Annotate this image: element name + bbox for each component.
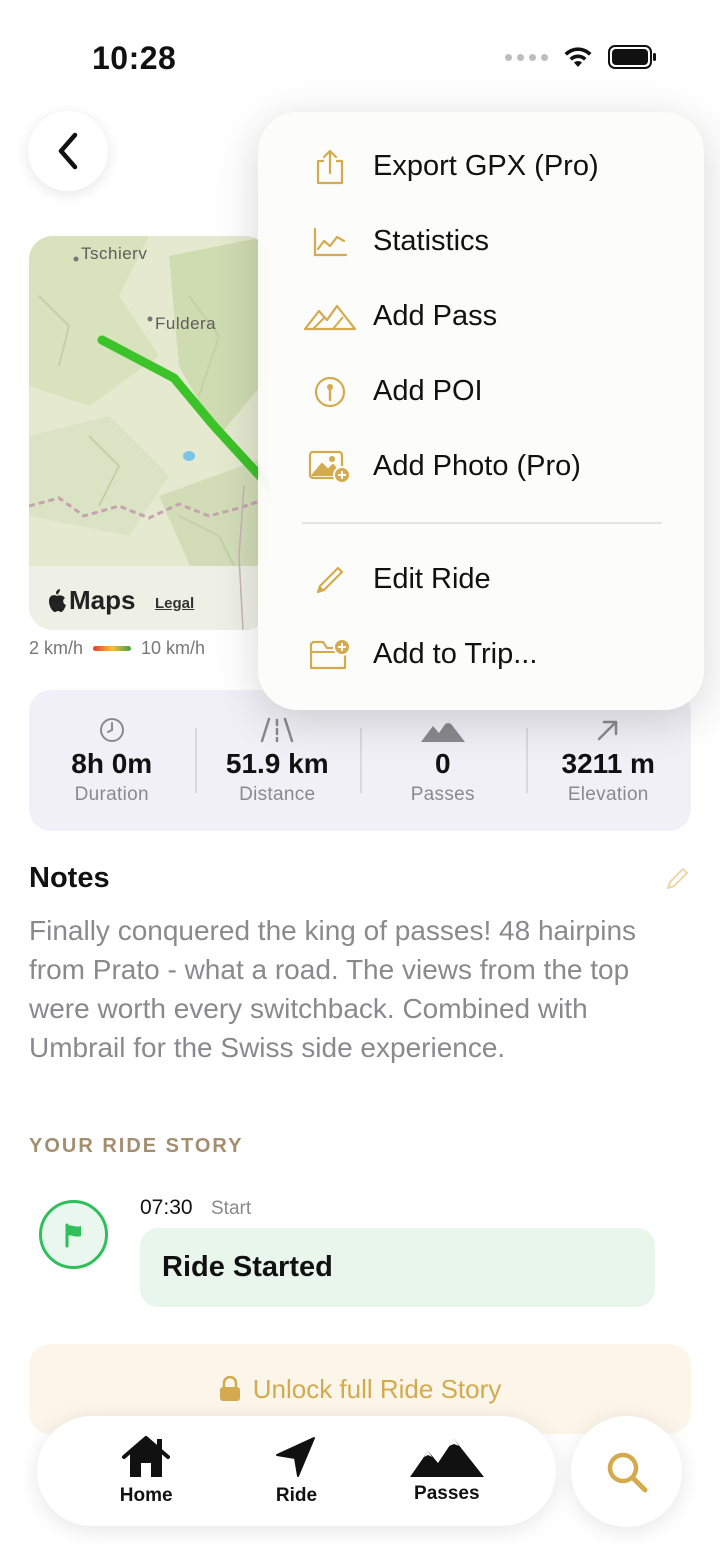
stat-value: 8h 0m <box>71 747 153 779</box>
speed-legend: 2 km/h 10 km/h <box>29 638 205 659</box>
menu-item-label: Export GPX (Pro) <box>373 150 599 182</box>
stat-distance: 51.9 km Distance <box>194 690 361 831</box>
tab-label: Home <box>119 1485 173 1506</box>
status-time: 10:28 <box>92 40 177 76</box>
speed-max-label: 10 km/h <box>141 638 206 658</box>
navigation-arrow-icon <box>276 1437 316 1477</box>
menu-item-label: Edit Ride <box>373 563 491 595</box>
mountains-icon <box>302 303 358 331</box>
chevron-left-icon <box>58 132 78 170</box>
menu-divider <box>302 522 662 524</box>
search-icon <box>607 1452 647 1492</box>
wifi-icon <box>564 47 592 67</box>
photo-add-icon <box>302 450 358 484</box>
menu-item-label: Add to Trip... <box>373 638 538 670</box>
cellular-signal-icon <box>505 53 548 61</box>
story-event-time: 07:30 <box>140 1196 193 1219</box>
lock-icon <box>219 1376 240 1401</box>
menu-item-label: Statistics <box>373 225 490 257</box>
menu-add-pass[interactable]: Add Pass <box>258 279 704 354</box>
tab-label: Ride <box>275 1485 318 1506</box>
arrow-up-right-icon <box>595 716 621 744</box>
ride-stats: 8h 0m Duration 51.9 km Distance 0 Passes… <box>29 690 691 831</box>
pin-icon <box>302 375 358 409</box>
tab-bar: Home Ride Passes <box>37 1416 556 1526</box>
stat-value: 0 <box>434 747 451 779</box>
map-terrain <box>29 236 269 630</box>
stat-label: Elevation <box>567 783 649 805</box>
mountains-icon <box>420 716 465 744</box>
stat-passes: 0 Passes <box>360 690 526 831</box>
stat-duration: 8h 0m Duration <box>29 690 195 831</box>
tab-ride[interactable]: Ride <box>241 1435 351 1507</box>
stat-value: 3211 m <box>561 747 655 779</box>
apple-logo-icon <box>49 588 66 612</box>
notes-title: Notes <box>29 862 110 894</box>
map-place-label: Tschierv <box>81 244 148 263</box>
menu-statistics[interactable]: Statistics <box>258 204 704 279</box>
start-flag-badge <box>39 1200 108 1269</box>
menu-add-photo[interactable]: Add Photo (Pro) <box>258 429 704 504</box>
menu-item-label: Add Pass <box>373 300 498 332</box>
menu-edit-ride[interactable]: Edit Ride <box>258 542 704 617</box>
menu-item-label: Add POI <box>373 375 483 407</box>
house-icon <box>122 1436 171 1477</box>
stat-label: Passes <box>410 783 475 805</box>
stat-elevation: 3211 m Elevation <box>525 690 692 831</box>
tab-passes[interactable]: Passes <box>392 1437 502 1505</box>
notes-body: Finally conquered the king of passes! 48… <box>29 915 637 1063</box>
stat-value: 51.9 km <box>225 747 329 779</box>
edit-notes-button[interactable] <box>664 866 690 897</box>
ride-actions-menu: Export GPX (Pro) Statistics Add Pass Add… <box>258 112 704 710</box>
status-icons <box>505 44 658 70</box>
share-icon <box>302 149 358 185</box>
stat-label: Distance <box>239 783 316 805</box>
mountains-icon <box>409 1439 484 1477</box>
clock-icon <box>98 716 126 744</box>
folder-add-icon <box>302 637 358 672</box>
map-place-label: Fuldera <box>155 314 217 333</box>
ride-story-title: YOUR RIDE STORY <box>29 1135 244 1157</box>
chart-icon <box>302 227 358 257</box>
road-icon <box>259 716 295 744</box>
search-button[interactable] <box>571 1416 682 1527</box>
story-event-kind: Start <box>211 1198 252 1219</box>
pencil-icon <box>302 565 358 595</box>
battery-icon <box>608 45 656 69</box>
speed-gradient-bar <box>93 646 132 651</box>
maps-logo-text: Maps <box>69 585 136 615</box>
flag-icon <box>65 1223 81 1247</box>
story-event-card[interactable]: Ride Started <box>140 1228 655 1307</box>
menu-export-gpx[interactable]: Export GPX (Pro) <box>258 129 704 204</box>
map-legal-link[interactable]: Legal <box>155 595 194 612</box>
maps-logo: Maps <box>47 585 135 616</box>
tab-home[interactable]: Home <box>91 1435 201 1507</box>
pencil-icon <box>667 868 688 889</box>
unlock-label: Unlock full Ride Story <box>252 1373 502 1404</box>
menu-item-label: Add Photo (Pro) <box>373 450 581 482</box>
back-button[interactable] <box>28 111 108 191</box>
speed-min-label: 2 km/h <box>29 638 84 658</box>
menu-add-to-trip[interactable]: Add to Trip... <box>258 617 704 692</box>
menu-add-poi[interactable]: Add POI <box>258 354 704 429</box>
route-map[interactable]: Tschierv Fuldera Maps Legal <box>29 236 269 630</box>
tab-label: Passes <box>414 1483 480 1504</box>
stat-label: Duration <box>74 783 149 805</box>
